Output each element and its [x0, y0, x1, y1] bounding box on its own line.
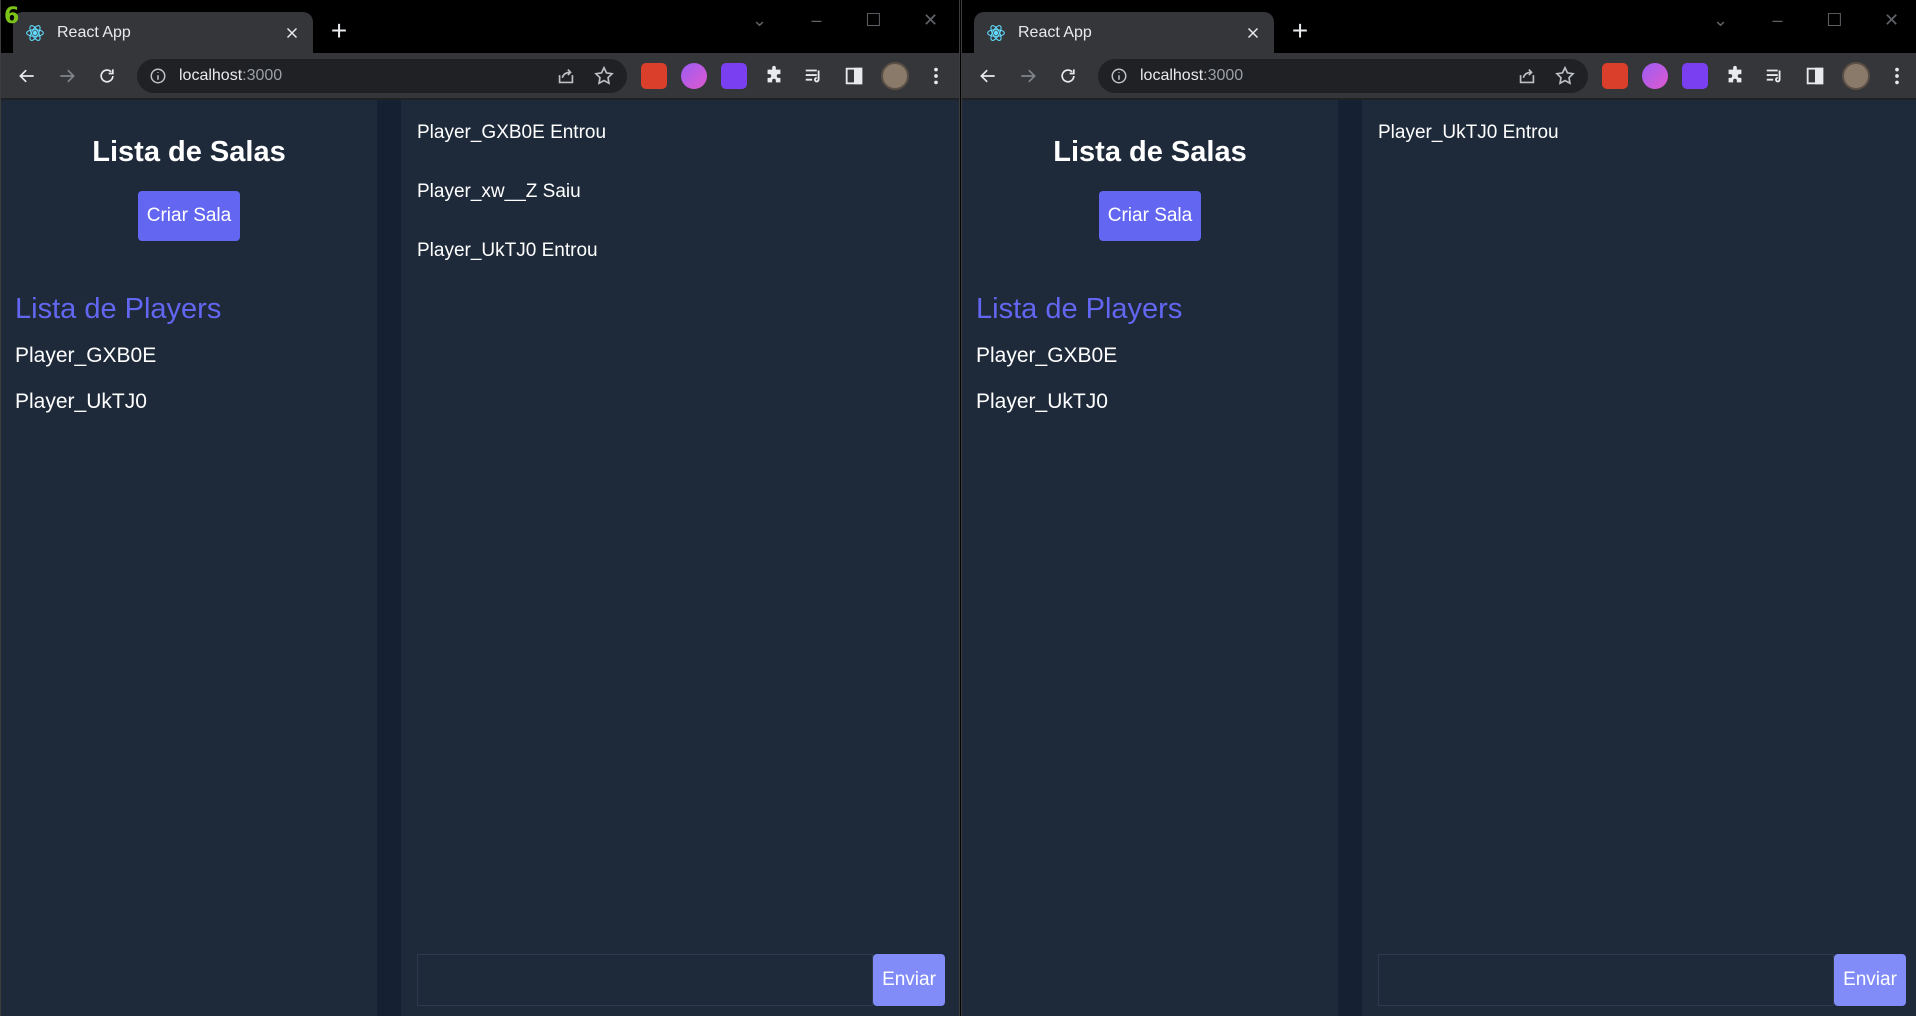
maximize-icon[interactable]: ☐ [1806, 10, 1863, 31]
player-item: Player_GXB0E [15, 344, 157, 367]
browser-window-1: React App + ⌄ – ☐ ✕ localhost:3000 List… [0, 0, 960, 1016]
share-icon[interactable] [1516, 65, 1538, 87]
send-button[interactable]: Enviar [1834, 954, 1906, 1006]
tab-react-app[interactable]: React App [974, 12, 1274, 53]
chat-panel: Player_UkTJ0 Entrou Enviar [1362, 100, 1916, 1016]
window-close-icon[interactable]: ✕ [1863, 10, 1916, 31]
chevron-down-icon[interactable]: ⌄ [731, 10, 788, 31]
kebab-menu-icon[interactable] [1884, 63, 1910, 89]
kebab-menu-icon[interactable] [923, 63, 949, 89]
message-input[interactable] [417, 954, 873, 1006]
forward-icon[interactable] [51, 60, 83, 92]
extensions-area [641, 61, 949, 90]
player-item: Player_UkTJ0 [15, 390, 147, 413]
puzzle-icon[interactable] [761, 63, 787, 89]
tab-react-app[interactable]: React App [13, 12, 313, 53]
sidebar: Lista de Salas Criar Sala Lista de Playe… [1, 100, 401, 1016]
back-icon[interactable] [972, 60, 1004, 92]
minimize-icon[interactable]: – [1749, 10, 1806, 31]
sidepanel-icon[interactable] [841, 63, 867, 89]
extensions-area [1602, 61, 1910, 90]
profile-avatar[interactable] [881, 61, 909, 90]
players-title: Lista de Players [15, 293, 222, 325]
extension-purple-icon[interactable] [681, 62, 707, 89]
title-bar: React App + ⌄ – ☐ ✕ [962, 0, 1916, 53]
url-port: :3000 [242, 66, 283, 84]
title-bar: React App + ⌄ – ☐ ✕ [1, 0, 959, 53]
player-item: Player_UkTJ0 [976, 390, 1108, 413]
sidepanel-icon[interactable] [1802, 63, 1828, 89]
close-icon[interactable] [283, 24, 301, 42]
chat-message: Player_UkTJ0 Entrou [417, 240, 598, 261]
close-icon[interactable] [1244, 24, 1262, 42]
players-title: Lista de Players [976, 293, 1183, 325]
forward-icon[interactable] [1012, 60, 1044, 92]
chat-message: Player_xw__Z Saiu [417, 181, 581, 202]
send-button[interactable]: Enviar [873, 954, 945, 1006]
rooms-title: Lista de Salas [92, 136, 286, 168]
extension-red-icon[interactable] [641, 62, 667, 89]
media-icon[interactable] [801, 63, 827, 89]
url-host: localhost [179, 66, 243, 84]
create-room-button[interactable]: Criar Sala [138, 191, 240, 241]
chevron-down-icon[interactable]: ⌄ [1692, 10, 1749, 31]
screen: 6 React App + ⌄ – ☐ ✕ localhost:3000 Li… [0, 0, 1916, 1016]
tab-title: React App [1018, 23, 1092, 41]
reload-icon[interactable] [1052, 60, 1084, 92]
url-port: :3000 [1203, 66, 1244, 84]
window-controls: ⌄ – ☐ ✕ [1692, 0, 1916, 40]
back-icon[interactable] [11, 60, 43, 92]
rooms-title: Lista de Salas [1053, 136, 1247, 168]
star-icon[interactable] [1554, 65, 1576, 87]
chat-panel: Player_GXB0E Entrou Player_xw__Z Saiu Pl… [401, 100, 959, 1016]
browser-toolbar: localhost:3000 [962, 53, 1916, 99]
reload-icon[interactable] [91, 60, 123, 92]
chat-form: Enviar [417, 954, 945, 1006]
address-bar[interactable]: localhost:3000 [1098, 58, 1588, 93]
extension-violet-icon[interactable] [1682, 62, 1708, 89]
react-favicon-icon [26, 24, 44, 41]
tab-title: React App [57, 23, 131, 41]
browser-toolbar: localhost:3000 [1, 53, 959, 99]
share-icon[interactable] [555, 65, 577, 87]
url-host: localhost [1140, 66, 1204, 84]
media-icon[interactable] [1762, 63, 1788, 89]
new-tab-plus-icon[interactable]: + [327, 17, 351, 45]
address-bar[interactable]: localhost:3000 [137, 58, 627, 93]
player-item: Player_GXB0E [976, 344, 1118, 367]
extension-violet-icon[interactable] [721, 62, 747, 89]
info-icon[interactable] [1110, 67, 1128, 85]
page-viewport: Lista de Salas Criar Sala Lista de Playe… [962, 100, 1916, 1016]
star-icon[interactable] [593, 65, 615, 87]
react-favicon-icon [987, 24, 1005, 41]
frame-counter: 6 [4, 4, 20, 29]
window-controls: ⌄ – ☐ ✕ [731, 0, 959, 40]
window-close-icon[interactable]: ✕ [902, 10, 959, 31]
chat-form: Enviar [1378, 954, 1906, 1006]
maximize-icon[interactable]: ☐ [845, 10, 902, 31]
sidebar: Lista de Salas Criar Sala Lista de Playe… [962, 100, 1362, 1016]
extension-purple-icon[interactable] [1642, 62, 1668, 89]
minimize-icon[interactable]: – [788, 10, 845, 31]
info-icon[interactable] [149, 67, 167, 85]
puzzle-icon[interactable] [1722, 63, 1748, 89]
create-room-button[interactable]: Criar Sala [1099, 191, 1201, 241]
chat-message: Player_UkTJ0 Entrou [1378, 122, 1559, 143]
extension-red-icon[interactable] [1602, 62, 1628, 89]
profile-avatar[interactable] [1842, 61, 1870, 90]
browser-window-2: React App + ⌄ – ☐ ✕ localhost:3000 List… [961, 0, 1916, 1016]
message-input[interactable] [1378, 954, 1834, 1006]
chat-message: Player_GXB0E Entrou [417, 122, 607, 143]
new-tab-plus-icon[interactable]: + [1288, 17, 1312, 45]
page-viewport: Lista de Salas Criar Sala Lista de Playe… [1, 100, 959, 1016]
